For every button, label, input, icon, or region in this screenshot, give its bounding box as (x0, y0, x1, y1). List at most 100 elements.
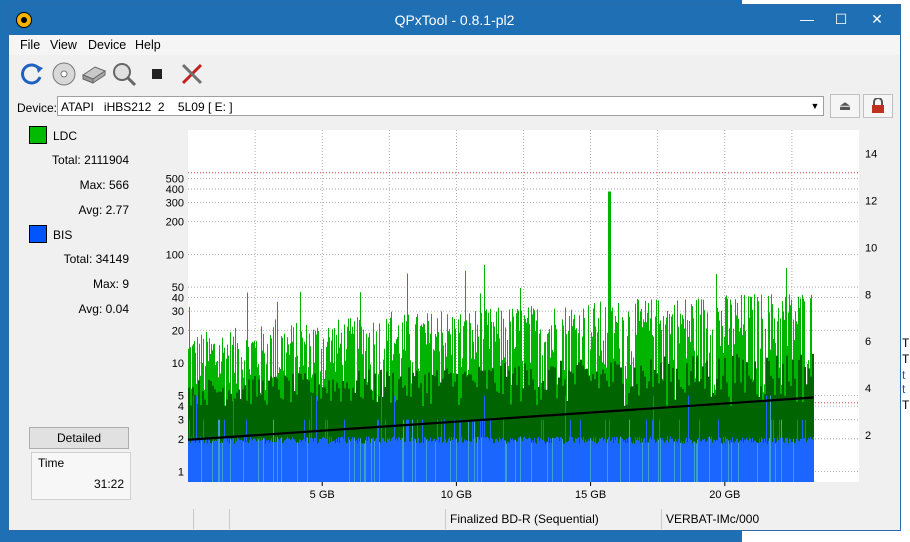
minimize-button[interactable]: — (790, 5, 824, 33)
bis-bar (689, 438, 690, 482)
tools-icon[interactable] (179, 61, 205, 87)
disc-info-icon[interactable] (51, 61, 77, 87)
bis-bar (286, 438, 287, 482)
bis-bar (471, 441, 472, 482)
bis-bar (232, 438, 233, 482)
drive-icon[interactable] (81, 61, 107, 87)
bis-bar (241, 440, 242, 482)
maximize-button[interactable]: ☐ (824, 5, 858, 33)
bis-total: Total: 34149 (63, 252, 129, 266)
bis-bar (209, 440, 210, 482)
bis-bar (741, 441, 742, 482)
menu-device[interactable]: Device (88, 38, 126, 52)
bis-bar (213, 437, 214, 482)
chevron-down-icon[interactable]: ▼ (807, 97, 823, 115)
bis-bar (208, 436, 209, 482)
bis-bar (425, 437, 426, 482)
bis-bar (445, 439, 446, 482)
bis-bar (231, 440, 232, 482)
disc-scan-icon[interactable] (111, 61, 137, 87)
menu-file[interactable]: File (20, 38, 40, 52)
bis-bar (587, 441, 588, 482)
bis-bar (728, 440, 729, 482)
bis-bar (625, 442, 626, 482)
bis-bar (544, 441, 545, 482)
stop-icon[interactable] (144, 61, 170, 87)
refresh-icon[interactable] (19, 61, 45, 87)
bis-bar (541, 419, 542, 482)
bis-bar (358, 437, 359, 482)
bis-bar (300, 439, 301, 482)
bis-bar (595, 437, 596, 482)
bis-bar (552, 437, 553, 482)
bis-bar (626, 438, 627, 482)
y-right-tick-label: 10 (865, 242, 877, 254)
bis-bar (538, 436, 539, 482)
bis-bar (334, 440, 335, 482)
bis-bar (413, 440, 414, 482)
bis-bar (307, 437, 308, 482)
bis-bar (675, 438, 676, 482)
eject-button[interactable]: ⏏ (830, 94, 860, 118)
bis-bar (559, 440, 560, 482)
bis-bar (351, 438, 352, 482)
bis-bar (225, 436, 226, 482)
bis-bar (641, 438, 642, 482)
bis-bar (558, 437, 559, 482)
bis-bar (277, 436, 278, 482)
bis-bar (731, 442, 732, 482)
bis-bar (317, 443, 318, 482)
bis-bar (608, 437, 609, 482)
detailed-button[interactable]: Detailed (29, 427, 129, 449)
bis-bar (513, 440, 514, 482)
bis-bar (644, 437, 645, 482)
bis-bar (508, 441, 509, 482)
bis-bar (254, 438, 255, 482)
bis-bar (270, 440, 271, 482)
menu-view[interactable]: View (50, 38, 77, 52)
bis-bar (423, 443, 424, 482)
close-button[interactable]: ✕ (860, 5, 894, 33)
bis-bar (604, 439, 605, 482)
bis-bar (522, 440, 523, 482)
bis-bar (549, 443, 550, 482)
lock-button[interactable] (863, 94, 893, 118)
bis-bar (247, 441, 248, 482)
bis-bar (713, 439, 714, 482)
device-select[interactable]: ATAPI iHBS212 2 5L09 [ E: ] ▼ (57, 96, 824, 116)
bis-bar (492, 439, 493, 482)
bis-bar (688, 395, 689, 482)
bis-bar (777, 436, 778, 482)
bis-bar (279, 440, 280, 482)
bis-bar (797, 419, 798, 482)
x-tick-label: 5 GB (310, 489, 335, 501)
bis-bar (783, 441, 784, 482)
bis-bar (720, 437, 721, 482)
bis-bar (244, 436, 245, 482)
bis-bar (794, 443, 795, 482)
bis-bar (301, 441, 302, 482)
status-media-id: VERBAT-IMc/000 (661, 509, 877, 529)
menu-help[interactable]: Help (135, 38, 161, 52)
bis-bar (678, 438, 679, 482)
bis-bar (269, 442, 270, 482)
bis-bar (663, 440, 664, 482)
x-tick-label: 10 GB (441, 489, 472, 501)
bis-bar (589, 440, 590, 482)
bis-bar (321, 439, 322, 482)
bis-bar (623, 441, 624, 482)
bis-bar (432, 440, 433, 482)
bis-bar (192, 438, 193, 482)
bis-bar (439, 442, 440, 482)
bis-bar (315, 438, 316, 482)
bis-bar (237, 437, 238, 482)
bis-bar (507, 441, 508, 482)
title-bar[interactable]: QPxTool - 0.8.1-pl2 — ☐ ✕ (9, 5, 900, 35)
bis-bar (531, 442, 532, 482)
ldc-total: Total: 2111904 (52, 153, 129, 167)
bis-bar (779, 419, 780, 482)
bis-bar (449, 436, 450, 482)
bis-bar (385, 419, 386, 482)
bis-bar (636, 440, 637, 482)
bis-bar (726, 439, 727, 482)
